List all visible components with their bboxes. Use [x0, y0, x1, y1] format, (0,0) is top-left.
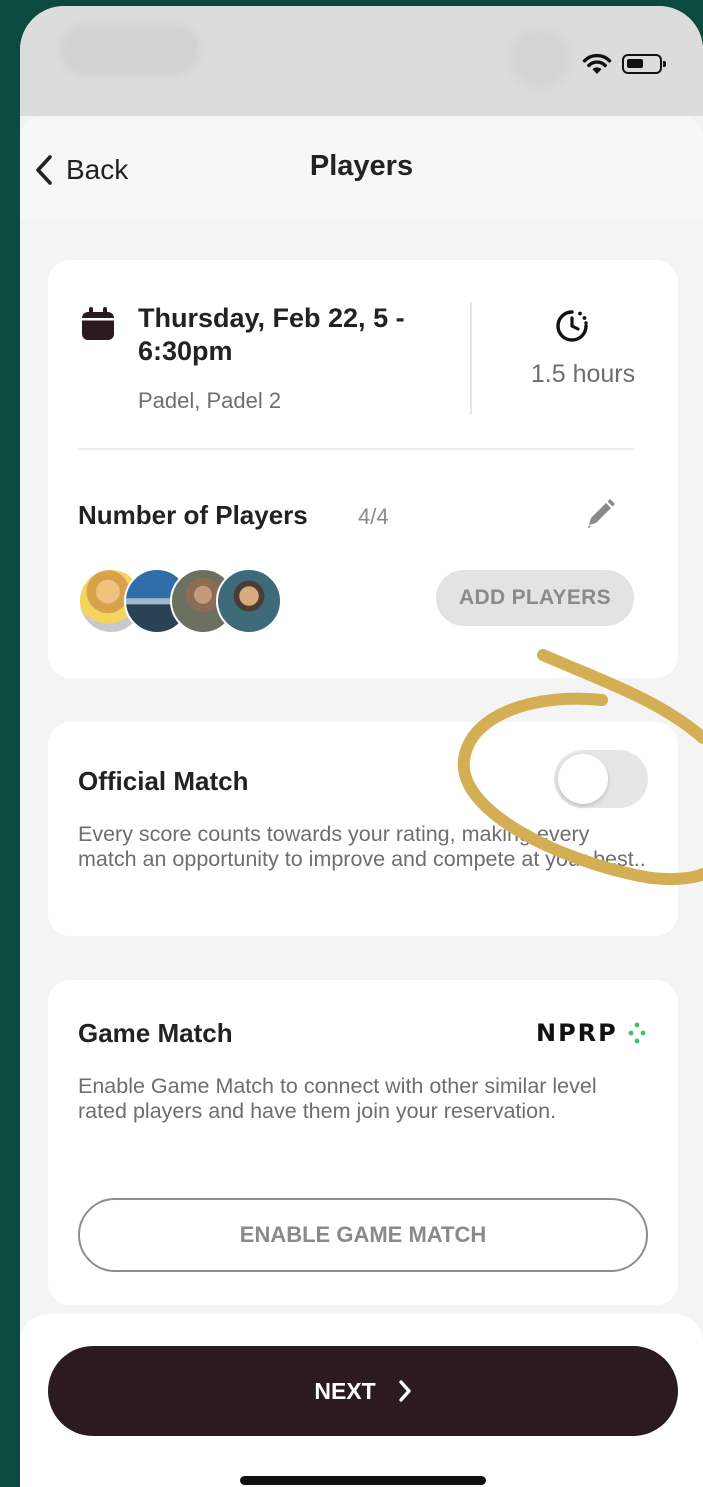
wifi-icon — [582, 53, 612, 74]
nprp-logo-icon — [628, 1022, 646, 1044]
players-count: 4/4 — [358, 504, 389, 529]
next-button[interactable]: NEXT — [48, 1346, 678, 1436]
home-indicator — [240, 1476, 486, 1485]
page-title: Players — [309, 150, 414, 182]
reservation-date-time: Thursday, Feb 22, 5 - 6:30pm — [138, 303, 405, 366]
status-indicator-blurred — [510, 28, 570, 88]
phone-screen: Back Players Thursday, Feb 22, 5 - 6:30p… — [20, 6, 703, 1487]
avatar — [216, 568, 282, 634]
nprp-logo-text: NPRP — [536, 1019, 618, 1047]
nprp-logo: NPRP — [536, 1018, 650, 1048]
official-match-toggle[interactable] — [554, 750, 648, 808]
reservation-venue: Padel, Padel 2 — [138, 388, 282, 413]
status-time-blurred — [60, 24, 200, 76]
pencil-icon[interactable] — [580, 494, 620, 534]
horizontal-divider — [78, 448, 634, 450]
calendar-icon — [82, 307, 114, 340]
footer-bar: NEXT — [20, 1314, 703, 1487]
status-bar — [20, 6, 703, 116]
clock-icon — [556, 310, 588, 342]
next-label: NEXT — [314, 1377, 376, 1404]
game-match-title: Game Match — [78, 1018, 233, 1048]
reservation-card: Thursday, Feb 22, 5 - 6:30pm Padel, Pade… — [48, 260, 678, 678]
players-title: Number of Players — [78, 500, 308, 530]
game-match-description: Enable Game Match to connect with other … — [78, 1074, 597, 1123]
game-match-card: Game Match NPRP Enable Game Match to con… — [48, 980, 678, 1305]
player-avatars[interactable] — [78, 568, 298, 634]
official-match-card: Official Match Every score counts toward… — [48, 722, 678, 936]
players-sheet: Back Players Thursday, Feb 22, 5 - 6:30p… — [20, 116, 703, 1487]
reservation-duration: 1.5 hours — [530, 360, 636, 388]
official-match-title: Official Match — [78, 766, 249, 796]
battery-icon — [622, 54, 666, 74]
nav-bar: Back Players — [20, 116, 703, 220]
add-players-button[interactable]: ADD PLAYERS — [436, 570, 634, 626]
official-match-description: Every score counts towards your rating, … — [78, 822, 646, 871]
toggle-knob — [558, 754, 608, 804]
enable-game-match-button[interactable]: ENABLE GAME MATCH — [78, 1198, 648, 1272]
chevron-right-icon — [398, 1380, 411, 1402]
vertical-divider — [470, 302, 472, 414]
